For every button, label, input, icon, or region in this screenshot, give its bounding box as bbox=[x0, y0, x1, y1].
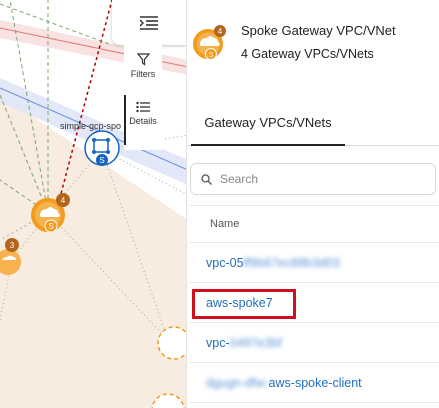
table-row[interactable]: vpc-0497e3bf bbox=[190, 323, 439, 363]
list-icon bbox=[136, 101, 150, 113]
collapse-panel-button[interactable] bbox=[112, 0, 186, 45]
tool-column: Filters Details bbox=[124, 45, 162, 150]
row-link[interactable]: vpc-05ff9b67ec88b3d03 bbox=[206, 256, 340, 270]
row-link[interactable]: vpc-0497e3bf bbox=[206, 336, 282, 350]
panel-subtitle: 4 Gateway VPCs/VNets bbox=[241, 47, 374, 61]
tab-gateway-vpcs[interactable]: Gateway VPCs/VNets bbox=[191, 100, 345, 146]
table-row[interactable]: dgugn-dfw-aws-spoke-client bbox=[190, 363, 439, 403]
search-box[interactable] bbox=[190, 163, 436, 195]
spoke-gateway-icon: S 4 bbox=[193, 25, 226, 60]
details-active-indicator bbox=[124, 95, 126, 145]
aws-node-left-badge: 3 bbox=[10, 241, 15, 250]
table-row[interactable]: vpc-05ff9b67ec88b3d03 bbox=[190, 243, 439, 283]
aws-node-badge: 4 bbox=[61, 196, 66, 205]
details-button[interactable]: Details bbox=[124, 101, 162, 145]
panel-title: Spoke Gateway VPC/VNet bbox=[241, 23, 396, 38]
details-label: Details bbox=[129, 116, 157, 126]
gcp-node-letter: S bbox=[99, 156, 104, 165]
search-input[interactable] bbox=[220, 172, 420, 186]
panel-tabs: Gateway VPCs/VNets bbox=[187, 100, 439, 146]
header-icon-badge: 4 bbox=[218, 27, 223, 36]
search-icon bbox=[201, 173, 212, 185]
filters-button[interactable]: Filters bbox=[124, 53, 162, 97]
filter-icon bbox=[136, 53, 150, 66]
details-panel: S 4 Spoke Gateway VPC/VNet 4 Gateway VPC… bbox=[186, 0, 439, 408]
canvas-toolbar: Filters Details bbox=[112, 0, 186, 150]
gateway-table: Name vpc-05ff9b67ec88b3d03 aws-spoke7 vp… bbox=[190, 205, 439, 403]
table-row[interactable]: aws-spoke7 bbox=[190, 283, 439, 323]
column-header-name[interactable]: Name bbox=[190, 205, 439, 243]
header-icon-letter: S bbox=[209, 52, 214, 59]
filters-label: Filters bbox=[130, 69, 156, 79]
row-link[interactable]: dgugn-dfw-aws-spoke-client bbox=[206, 376, 362, 390]
highlight-box bbox=[192, 289, 296, 319]
aws-node-letter: S bbox=[48, 222, 53, 231]
collapse-menu-icon bbox=[140, 15, 158, 30]
